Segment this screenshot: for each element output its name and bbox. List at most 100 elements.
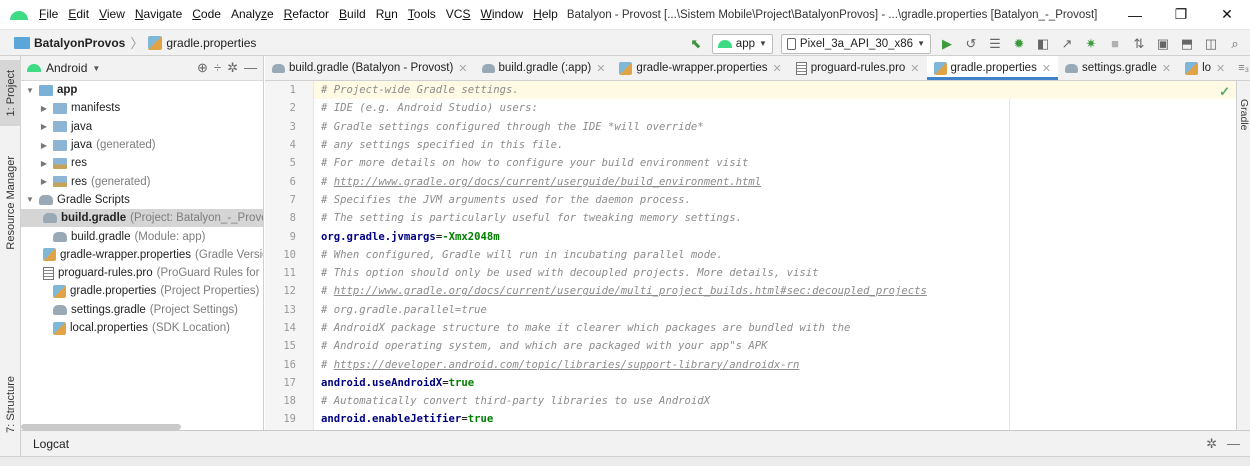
editor-tab[interactable]: gradle-wrapper.properties ✕ (612, 56, 788, 80)
expand-arrow-icon[interactable]: ▼ (25, 86, 35, 95)
code-line[interactable]: 18 # Automatically convert third-party li… (283, 392, 1250, 410)
menu-edit[interactable]: Edit (63, 0, 94, 29)
hammer-icon[interactable]: ⬉ (685, 33, 707, 55)
tree-item[interactable]: local.properties (SDK Location) (21, 319, 263, 337)
code-line[interactable]: 9 org.gradle.jvmargs=-Xmx2048m (290, 227, 1250, 245)
profile-icon[interactable]: ◧ (1032, 33, 1054, 55)
tree-item[interactable]: build.gradle (Module: app) (21, 227, 263, 245)
collapse-arrow-icon[interactable]: ▶ (39, 104, 49, 113)
gear-icon[interactable]: ✲ (227, 60, 238, 76)
hide-icon[interactable]: — (244, 60, 257, 76)
collapse-arrow-icon[interactable]: ▶ (39, 177, 49, 186)
chevron-down-icon[interactable]: ▼ (92, 64, 100, 73)
tree-item[interactable]: ▼ app (21, 81, 263, 99)
menu-help[interactable]: Help (528, 0, 563, 29)
menu-view[interactable]: View (94, 0, 130, 29)
tree-item[interactable]: ▶ manifests (21, 99, 263, 117)
editor-tab[interactable]: lo ✕ (1178, 56, 1232, 80)
tab-gradle[interactable]: Gradle (1238, 99, 1250, 131)
code-line[interactable]: 17 android.useAndroidX=true (283, 374, 1250, 392)
editor-tab[interactable]: build.gradle (Batalyon - Provost) ✕ (265, 56, 475, 80)
hide-icon[interactable]: — (1227, 436, 1240, 452)
locate-icon[interactable]: ⊕ (197, 60, 208, 76)
close-tab-icon[interactable]: ✕ (772, 62, 781, 75)
menu-file[interactable]: File (34, 0, 63, 29)
code-line[interactable]: 7 # Specifies the JVM arguments used for … (290, 191, 1250, 209)
close-tab-icon[interactable]: ✕ (1042, 62, 1051, 75)
menu-tools[interactable]: Tools (403, 0, 441, 29)
code-line[interactable]: 10 # When configured, Gradle will run in … (283, 246, 1250, 264)
code-area[interactable]: 1 # Project-wide Gradle settings. 2 # IDE (… (265, 81, 1250, 430)
menu-vcs[interactable]: VCS (441, 0, 476, 29)
gear-icon[interactable]: ✲ (1206, 436, 1217, 452)
device-select[interactable]: Pixel_3a_API_30_x86 ▼ (780, 33, 931, 54)
code-line[interactable]: 2 # IDE (e.g. Android Studio) users: (290, 99, 1250, 117)
breadcrumb-project[interactable]: BatalyonProvos (34, 36, 125, 50)
debug-icon[interactable]: ✹ (1008, 33, 1030, 55)
tree-item[interactable]: ▼ Gradle Scripts (21, 191, 263, 209)
collapse-all-icon[interactable]: ÷ (214, 60, 221, 76)
expand-arrow-icon[interactable]: ▼ (25, 195, 35, 204)
sdk-icon[interactable]: ⬒ (1176, 33, 1198, 55)
tab-resource-manager[interactable]: Resource Manager (0, 148, 21, 258)
maximize-button[interactable]: ❐ (1158, 0, 1204, 29)
menu-run[interactable]: Run (371, 0, 403, 29)
breadcrumb-file[interactable]: gradle.properties (166, 36, 256, 50)
tree-item[interactable]: ▶ java (generated) (21, 136, 263, 154)
code-line[interactable]: 15 # Android operating system, and which … (283, 337, 1250, 355)
apply-changes-icon[interactable]: ↺ (960, 33, 982, 55)
attach-debugger-icon[interactable]: ✷ (1080, 33, 1102, 55)
code-link[interactable]: http://www.gradle.org/docs/current/userg… (334, 176, 761, 188)
code-line[interactable]: 11 # This option should only be used with… (283, 264, 1250, 282)
run-icon[interactable]: ▶ (936, 33, 958, 55)
menu-window[interactable]: Window (475, 0, 528, 29)
collapse-arrow-icon[interactable]: ▶ (39, 122, 49, 131)
collapse-arrow-icon[interactable]: ▶ (39, 159, 49, 168)
close-button[interactable]: ✕ (1204, 0, 1250, 29)
code-lines[interactable]: 1 # Project-wide Gradle settings. 2 # IDE (… (283, 81, 1250, 430)
close-tab-icon[interactable]: ✕ (1216, 62, 1225, 75)
tree-item[interactable]: gradle-wrapper.properties(Gradle Version… (21, 246, 263, 264)
collapse-arrow-icon[interactable]: ▶ (39, 141, 49, 150)
code-line[interactable]: 16 # https://developer.android.com/topic/… (283, 355, 1250, 373)
tab-project[interactable]: 1: Project (0, 60, 21, 126)
inspection-ok-icon[interactable]: ✓ (1219, 84, 1230, 100)
avd-icon[interactable]: ▣ (1152, 33, 1174, 55)
search-icon[interactable]: ⌕ (1224, 33, 1246, 55)
code-line[interactable]: 14 # AndroidX package structure to make i… (283, 319, 1250, 337)
code-link[interactable]: http://www.gradle.org/docs/current/userg… (334, 285, 927, 297)
code-line[interactable]: 6 # http://www.gradle.org/docs/current/us… (290, 172, 1250, 190)
code-line[interactable]: 19 android.enableJetifier=true (283, 410, 1250, 428)
stop-icon[interactable]: ■ (1104, 33, 1126, 55)
menu-refactor[interactable]: Refactor (279, 0, 334, 29)
menu-build[interactable]: Build (334, 0, 371, 29)
code-line[interactable]: 8 # The setting is particularly useful fo… (290, 209, 1250, 227)
tree-item[interactable]: ▶ java (21, 118, 263, 136)
tree-item[interactable]: settings.gradle (Project Settings) (21, 301, 263, 319)
menu-navigate[interactable]: Navigate (130, 0, 187, 29)
code-line[interactable]: 5 # For more details on how to configure … (290, 154, 1250, 172)
view-mode-select[interactable]: Android (46, 61, 87, 75)
close-tab-icon[interactable]: ✕ (458, 62, 467, 75)
tree-item[interactable]: ▶ res (21, 154, 263, 172)
tab-structure[interactable]: 7: Structure (0, 366, 21, 442)
tree-item[interactable]: proguard-rules.pro(ProGuard Rules for ap… (21, 264, 263, 282)
editor-tab[interactable]: build.gradle (:app) ✕ (475, 56, 613, 80)
tree-item[interactable]: ▶ res (generated) (21, 172, 263, 190)
code-line[interactable]: 4 # any settings specified in this file. (290, 136, 1250, 154)
minimize-button[interactable]: — (1112, 0, 1158, 29)
tree-item[interactable]: gradle.properties (Project Properties) (21, 282, 263, 300)
code-line[interactable]: 1 # Project-wide Gradle settings. (290, 81, 1250, 100)
logcat-title[interactable]: Logcat (33, 437, 69, 451)
close-tab-icon[interactable]: ✕ (1162, 62, 1171, 75)
editor-tab[interactable]: settings.gradle ✕ (1058, 56, 1178, 80)
apply-code-icon[interactable]: ☰ (984, 33, 1006, 55)
editor-tab[interactable]: gradle.properties ✕ (926, 56, 1059, 80)
menu-analyze[interactable]: Analyze (226, 0, 279, 29)
menu-code[interactable]: Code (187, 0, 226, 29)
code-link[interactable]: https://developer.android.com/topic/libr… (334, 359, 800, 371)
tree-item[interactable]: build.gradle(Project: Batalyon_-_Provost… (21, 209, 263, 228)
sync-icon[interactable]: ⇅ (1128, 33, 1150, 55)
close-tab-icon[interactable]: ✕ (910, 62, 919, 75)
code-line[interactable]: 12 # http://www.gradle.org/docs/current/u… (283, 282, 1250, 300)
